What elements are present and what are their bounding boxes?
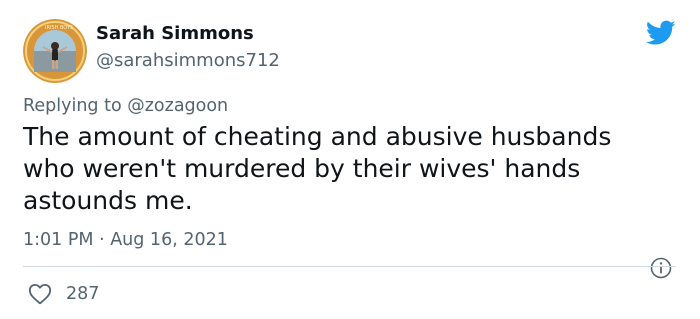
tweet-card: IRISH BOYS Sarah Simmons @sarahsimmons71…	[0, 0, 700, 319]
info-icon[interactable]	[650, 257, 672, 279]
twitter-bird-icon[interactable]	[645, 20, 676, 46]
like-button[interactable]: 287	[28, 282, 99, 306]
tweet-text-line: who weren't murdered by their wives' han…	[23, 154, 581, 183]
replying-to-label: Replying to	[23, 96, 128, 116]
reply-mention-link[interactable]: @zozagoon	[127, 96, 228, 116]
tweet-text: The amount of cheating and abusive husba…	[23, 121, 673, 217]
tweet-timestamp[interactable]: 1:01 PM · Aug 16, 2021	[23, 230, 228, 250]
like-count: 287	[66, 284, 100, 304]
avatar[interactable]: IRISH BOYS	[23, 19, 87, 83]
svg-text:IRISH BOYS: IRISH BOYS	[45, 25, 73, 31]
author-name[interactable]: Sarah Simmons	[96, 23, 254, 44]
tweet-text-line: The amount of cheating and abusive husba…	[23, 122, 612, 151]
author-handle[interactable]: @sarahsimmons712	[96, 50, 280, 71]
divider	[23, 266, 676, 267]
tweet-text-line: astounds me.	[23, 186, 193, 215]
heart-icon	[28, 284, 52, 305]
replying-to: Replying to @zozagoon	[23, 96, 228, 116]
